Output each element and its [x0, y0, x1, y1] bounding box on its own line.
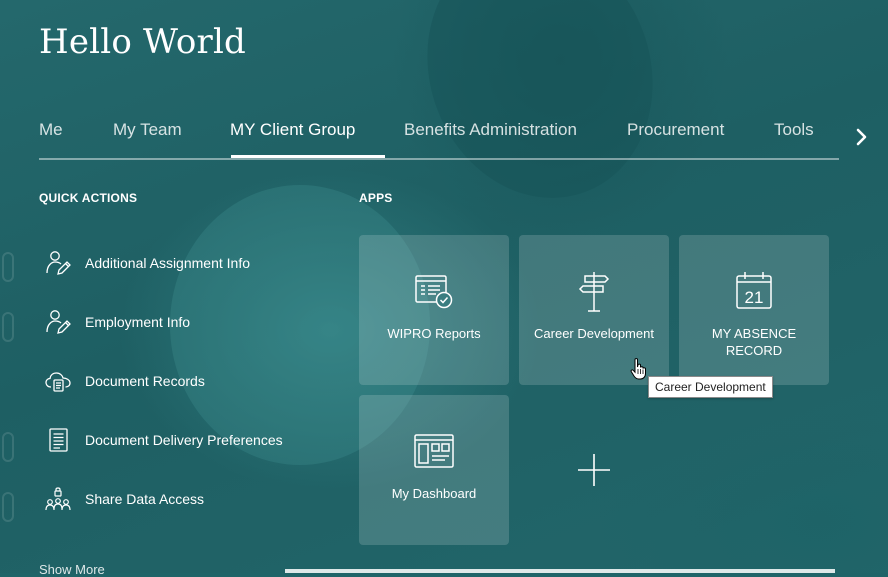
app-tile-label: WIPRO Reports — [387, 326, 481, 341]
navigation-tabs: Me My Team MY Client Group Benefits Admi… — [39, 110, 839, 160]
app-tile-wipro-reports[interactable]: WIPRO Reports — [359, 235, 509, 385]
background-decoration — [2, 312, 14, 342]
hand-pointer-cursor-icon — [630, 357, 648, 381]
quick-action-document-delivery-preferences[interactable]: Document Delivery Preferences — [44, 424, 283, 456]
cloud-document-icon — [44, 367, 72, 395]
person-edit-icon — [44, 308, 72, 336]
quick-action-label: Share Data Access — [85, 491, 205, 507]
tab-procurement[interactable]: Procurement — [627, 120, 724, 140]
tab-benefits-administration[interactable]: Benefits Administration — [404, 120, 577, 140]
quick-action-share-data-access[interactable]: Share Data Access — [44, 483, 204, 515]
report-check-icon — [412, 269, 456, 313]
signpost-icon — [572, 269, 616, 313]
quick-action-label: Document Records — [85, 373, 205, 389]
tabs-next-chevron-icon[interactable] — [853, 125, 871, 149]
quick-action-label: Document Delivery Preferences — [85, 432, 283, 448]
horizontal-scrollbar[interactable] — [285, 569, 835, 573]
page-title: Hello World — [39, 22, 246, 62]
calendar-day-number: 21 — [745, 288, 764, 307]
tab-my-client-group[interactable]: MY Client Group — [230, 120, 355, 140]
quick-actions-heading: QUICK ACTIONS — [39, 191, 138, 205]
tooltip: Career Development — [648, 376, 773, 398]
background-decoration — [2, 432, 14, 462]
app-tile-label: Career Development — [534, 326, 654, 341]
app-tile-label: My Dashboard — [391, 486, 477, 501]
calendar-icon: 21 — [732, 269, 776, 313]
active-tab-indicator — [231, 155, 385, 158]
app-tile-label: MY ABSENCE RECORD — [711, 326, 797, 358]
document-lines-icon — [44, 426, 72, 454]
apps-heading: APPS — [359, 191, 393, 205]
show-more-link[interactable]: Show More — [39, 562, 105, 577]
app-tile-my-dashboard[interactable]: My Dashboard — [359, 395, 509, 545]
person-edit-icon — [44, 249, 72, 277]
quick-action-employment-info[interactable]: Employment Info — [44, 306, 190, 338]
quick-action-document-records[interactable]: Document Records — [44, 365, 205, 397]
tab-me[interactable]: Me — [39, 120, 63, 140]
dashboard-icon — [412, 429, 456, 473]
tab-my-team[interactable]: My Team — [113, 120, 182, 140]
background-decoration — [2, 252, 14, 282]
add-app-button[interactable] — [519, 395, 669, 545]
plus-icon — [578, 454, 610, 486]
app-tile-my-absence-record[interactable]: 21 MY ABSENCE RECORD — [679, 235, 829, 385]
people-lock-icon — [44, 485, 72, 513]
quick-action-additional-assignment-info[interactable]: Additional Assignment Info — [44, 247, 250, 279]
background-decoration — [2, 492, 14, 522]
quick-action-label: Additional Assignment Info — [85, 255, 250, 271]
tab-tools[interactable]: Tools — [774, 120, 814, 140]
quick-action-label: Employment Info — [85, 314, 191, 330]
